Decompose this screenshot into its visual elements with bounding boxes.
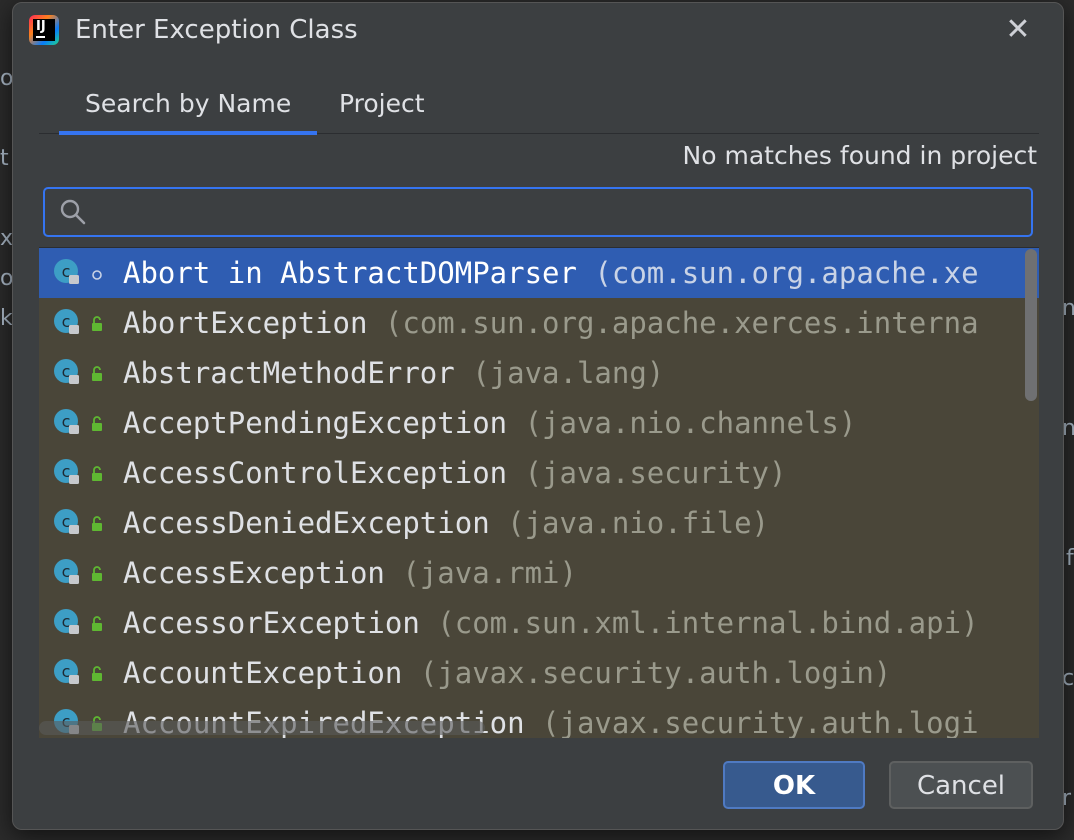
search-input[interactable] <box>99 195 1023 231</box>
class-icon: c <box>54 559 79 584</box>
list-item-text: AbstractMethodError (java.lang) <box>123 348 664 398</box>
unlocked-icon <box>92 416 102 431</box>
tab-bar: Search by Name Project <box>39 83 1039 135</box>
close-icon[interactable]: ✕ <box>1003 15 1033 45</box>
background-text: f <box>1066 546 1074 571</box>
list-item[interactable]: c AbstractMethodError (java.lang) <box>39 348 1039 398</box>
unlocked-icon <box>92 516 102 531</box>
list-item-text: AccessDeniedException (java.nio.file) <box>123 498 769 548</box>
list-item-text: AccessException (java.rmi) <box>123 548 577 598</box>
class-name: Abort in AbstractDOMParser <box>123 256 577 290</box>
search-field[interactable] <box>43 187 1033 237</box>
package-name: (javax.security.auth.login) <box>419 656 892 690</box>
class-icon: c <box>54 509 79 534</box>
background-text: t <box>0 146 9 171</box>
dialog-title: Enter Exception Class <box>75 15 358 45</box>
class-icon: c <box>54 309 79 334</box>
list-item[interactable]: c AbortException (com.sun.org.apache.xerc… <box>39 298 1039 348</box>
list-item-text: AbortException (com.sun.org.apache.xerce… <box>123 298 979 348</box>
vertical-scrollbar[interactable] <box>1023 247 1039 737</box>
package-name: (com.sun.org.apache.xerces.interna <box>384 306 979 340</box>
unlocked-icon <box>92 566 102 581</box>
search-icon <box>60 199 86 225</box>
background-text: k <box>0 306 13 331</box>
package-name: (java.nio.file) <box>507 506 770 540</box>
horizontal-scrollbar-thumb[interactable] <box>39 721 485 735</box>
list-item[interactable]: c AccessorException (com.sun.xml.internal… <box>39 598 1039 648</box>
scrollbar-thumb[interactable] <box>1025 249 1037 401</box>
tab-search-by-name[interactable]: Search by Name <box>59 83 318 135</box>
package-name: (java.security) <box>524 456 787 490</box>
status-text: No matches found in project <box>682 141 1037 170</box>
package-name: (javax.security.auth.logi <box>542 706 979 738</box>
class-name: AccessDeniedException <box>123 506 490 540</box>
class-name: AccessException <box>123 556 385 590</box>
private-dot-icon <box>92 270 102 280</box>
list-item-text: AccessControlException (java.security) <box>123 448 786 498</box>
package-name: (com.sun.org.apache.xe <box>594 256 979 290</box>
list-item[interactable]: c AccountException (javax.security.auth.l… <box>39 648 1039 698</box>
unlocked-icon <box>92 666 102 681</box>
class-icon: c <box>54 659 79 684</box>
list-item[interactable]: c AccessDeniedException (java.nio.file) <box>39 498 1039 548</box>
unlocked-icon <box>92 466 102 481</box>
class-name: AcceptPendingException <box>123 406 508 440</box>
list-item-text: AccessorException (com.sun.xml.internal.… <box>123 598 979 648</box>
class-name: AbstractMethodError <box>123 356 455 390</box>
class-icon: c <box>54 459 79 484</box>
list-item-text: AccountException (javax.security.auth.lo… <box>123 648 891 698</box>
list-item[interactable]: c AcceptPendingException (java.nio.channe… <box>39 398 1039 448</box>
unlocked-icon <box>92 316 102 331</box>
cancel-button[interactable]: Cancel <box>889 761 1033 809</box>
package-name: (java.rmi) <box>402 556 577 590</box>
intellij-idea-icon: IJ <box>29 15 59 45</box>
list-item[interactable]: c Abort in AbstractDOMParser (com.sun.org… <box>39 248 1039 298</box>
class-icon: c <box>54 609 79 634</box>
class-name: AbortException <box>123 306 368 340</box>
unlocked-icon <box>92 366 102 381</box>
class-icon: c <box>54 259 79 284</box>
package-name: (java.lang) <box>472 356 665 390</box>
class-name: AccessControlException <box>123 456 508 490</box>
class-name: AccountException <box>123 656 403 690</box>
exception-class-dialog: IJ Enter Exception Class ✕ Search by Nam… <box>12 2 1064 830</box>
package-name: (java.nio.channels) <box>524 406 857 440</box>
ok-button[interactable]: OK <box>723 761 865 809</box>
list-item-text: Abort in AbstractDOMParser (com.sun.org.… <box>123 248 979 298</box>
list-item-text: AcceptPendingException (java.nio.channel… <box>123 398 856 448</box>
package-name: (com.sun.xml.internal.bind.api) <box>437 606 979 640</box>
class-icon: c <box>54 359 79 384</box>
tab-project[interactable]: Project <box>313 83 451 131</box>
dialog-title-bar[interactable]: IJ Enter Exception Class ✕ <box>13 3 1063 59</box>
class-icon: c <box>54 409 79 434</box>
list-item[interactable]: c AccessControlException (java.security) <box>39 448 1039 498</box>
list-item[interactable]: c AccessException (java.rmi) <box>39 548 1039 598</box>
unlocked-icon <box>92 616 102 631</box>
class-name: AccessorException <box>123 606 420 640</box>
results-list[interactable]: c Abort in AbstractDOMParser (com.sun.org… <box>39 247 1039 738</box>
